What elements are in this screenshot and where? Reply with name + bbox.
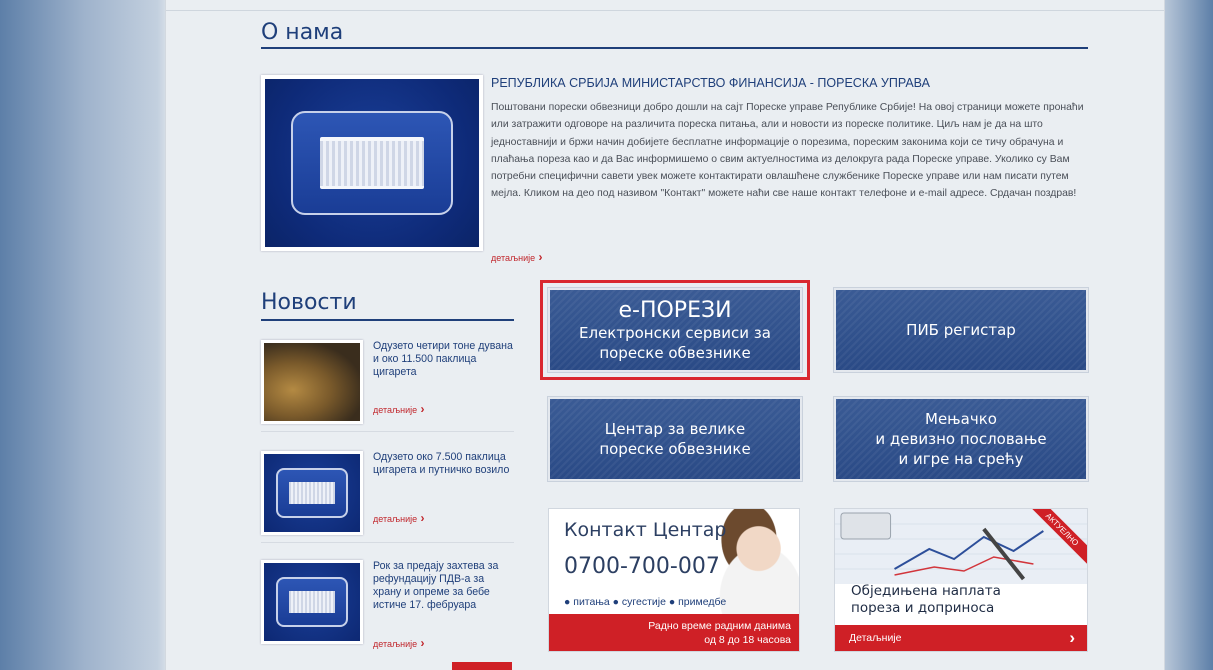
contact-center-banner[interactable]: Контакт Центар 0700-700-007 ● питања ● с… <box>548 508 800 652</box>
news-item[interactable]: Одузето четири тоне дувана и око 11.500 … <box>261 340 514 432</box>
contact-hours-line-2: од 8 до 18 часова <box>704 634 791 646</box>
large-taxpayers-line-1: Центар за велике <box>604 420 746 438</box>
contact-links: ● питања ● сугестије ● примедбе <box>564 596 727 608</box>
eporezi-subtitle-1: Електронски сервиси за <box>579 323 771 342</box>
news-title-link[interactable]: Одузето око 7.500 паклица цигарета и пут… <box>373 451 513 477</box>
exchange-line-1: Мењачко <box>925 410 997 428</box>
chevron-right-icon: › <box>1069 628 1075 647</box>
news-item[interactable]: Рок за предају захтева за рефундацију ПД… <box>261 560 514 670</box>
news-more-link[interactable]: детаљније <box>373 636 425 650</box>
pib-register-tile[interactable]: ПИБ регистар <box>834 288 1088 372</box>
about-more-link[interactable]: детаљније <box>491 250 543 264</box>
eporezi-tile[interactable]: е-ПОРЕЗИ Електронски сервиси за пореске … <box>540 280 810 380</box>
unified-collection-text: Обједињена наплата пореза и доприноса <box>851 583 1001 617</box>
about-heading: РЕПУБЛИКА СРБИЈА МИНИСТАРСТВО ФИНАНСИЈА … <box>491 76 930 90</box>
large-taxpayers-line-2: пореске обвезнике <box>599 440 751 458</box>
exchange-line-3: и игре на срећу <box>898 450 1024 468</box>
pib-register-label: ПИБ регистар <box>906 321 1016 339</box>
unified-collection-more-label: Детаљније <box>849 632 902 644</box>
about-title: О нама <box>261 20 1088 49</box>
news-more-link[interactable]: детаљније <box>373 402 425 416</box>
divider <box>166 10 1164 11</box>
exchange-line-2: и девизно пословање <box>875 430 1047 448</box>
news-thumbnail[interactable] <box>261 451 363 535</box>
about-text: Поштовани порески обвезници добро дошли … <box>491 102 1084 200</box>
contact-hours: Радно време радним данима од 8 до 18 час… <box>549 614 799 651</box>
large-taxpayers-tile[interactable]: Центар за велике пореске обвезнике <box>548 397 802 481</box>
news-item[interactable]: Одузето око 7.500 паклица цигарета и пут… <box>261 451 514 543</box>
unified-collection-banner[interactable]: АКТУЕЛНО Обједињена наплата пореза и доп… <box>834 508 1088 652</box>
about-logo-image <box>261 75 483 251</box>
unified-collection-line-1: Обједињена наплата <box>851 583 1001 599</box>
contact-hours-line-1: Радно време радним данима <box>648 620 791 632</box>
eporezi-title: е-ПОРЕЗИ <box>618 297 732 323</box>
tax-administration-logo-icon <box>265 79 479 247</box>
contact-title: Контакт Центар <box>564 519 727 541</box>
news-title-link[interactable]: Одузето четири тоне дувана и око 11.500 … <box>373 340 513 379</box>
exchange-tile[interactable]: Мењачко и девизно пословање и игре на ср… <box>834 397 1088 481</box>
news-more-link[interactable]: детаљније <box>373 511 425 525</box>
unified-collection-more[interactable]: Детаљније › <box>835 625 1087 651</box>
news-archive-button[interactable] <box>452 662 512 670</box>
news-thumbnail[interactable] <box>261 340 363 424</box>
page-container: О нама РЕПУБЛИКА СРБИЈА МИНИСТАРСТВО ФИН… <box>165 0 1165 670</box>
news-title-link[interactable]: Рок за предају захтева за рефундацију ПД… <box>373 560 513 612</box>
news-title: Новости <box>261 290 514 321</box>
news-thumbnail[interactable] <box>261 560 363 644</box>
unified-collection-line-2: пореза и доприноса <box>851 600 995 616</box>
background-right <box>1165 0 1213 670</box>
contact-phone: 0700-700-007 <box>564 554 720 579</box>
eporezi-subtitle-2: пореске обвезнике <box>599 343 751 362</box>
